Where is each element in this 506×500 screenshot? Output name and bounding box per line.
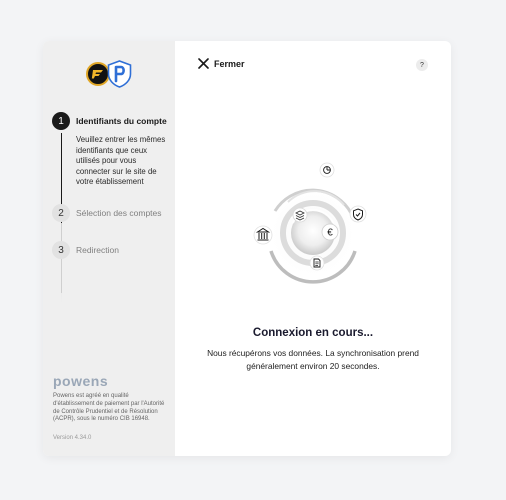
logos (86, 60, 132, 90)
euro-icon: € (321, 223, 339, 241)
shield-check-icon (349, 205, 367, 223)
steps-track-fade (61, 223, 62, 303)
step-3: 3 Redirection (52, 241, 119, 259)
main-panel: Fermer ? € Connexion en cours... Nous ré… (175, 41, 451, 456)
status-subtitle: Nous récupérons vos données. La synchron… (207, 348, 419, 371)
document-icon (309, 255, 325, 271)
step-1: 1 Identifiants du compte (52, 112, 167, 130)
pie-chart-icon (319, 162, 335, 178)
step-1-description: Veuillez entrer les mêmes identifiants q… (76, 135, 166, 186)
version-label: Version 4.34.0 (53, 435, 92, 441)
step-3-number: 3 (52, 241, 70, 259)
step-2-label: Sélection des comptes (76, 208, 162, 218)
step-2: 2 Sélection des comptes (52, 204, 162, 222)
bank-icon (253, 225, 273, 245)
connection-modal: 1 Identifiants du compte Veuillez entrer… (43, 41, 451, 456)
step-3-label: Redirection (76, 245, 119, 255)
layers-icon (292, 207, 308, 223)
svg-text:€: € (327, 228, 333, 239)
step-1-number: 1 (52, 112, 70, 130)
partner-logo-mark (91, 70, 103, 79)
powens-wordmark: powens (53, 373, 109, 389)
legal-notice: Powens est agréé en qualité d'établissem… (53, 393, 165, 423)
powens-shield-logo (107, 60, 132, 88)
step-2-number: 2 (52, 204, 70, 222)
step-1-label: Identifiants du compte (76, 116, 167, 126)
status-title: Connexion en cours... (252, 327, 374, 339)
sync-animation: € (253, 162, 367, 284)
sidebar: 1 Identifiants du compte Veuillez entrer… (43, 41, 175, 456)
